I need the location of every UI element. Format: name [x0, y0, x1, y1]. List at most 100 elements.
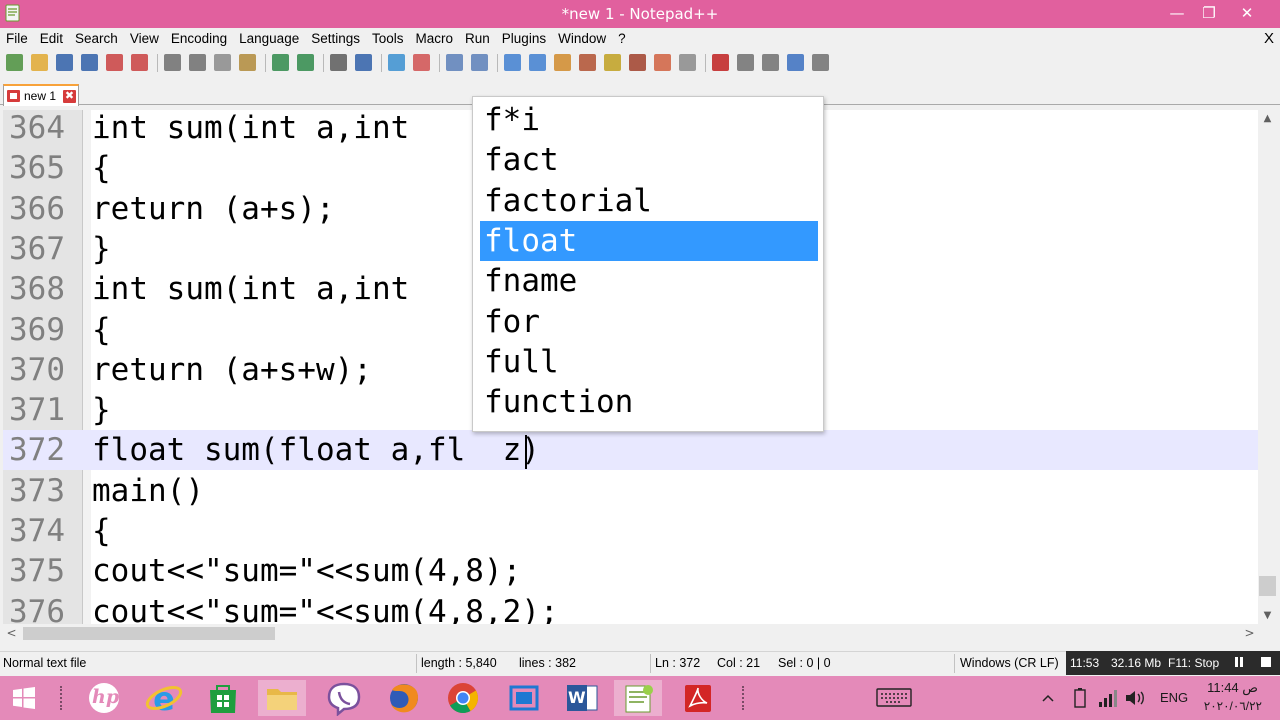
menu-item[interactable]: View [124, 31, 165, 46]
notepad-plus-plus-taskbar-icon[interactable] [614, 680, 662, 716]
code-line[interactable]: 376 cout<<"sum="<<sum(4,8,2); [3, 592, 1258, 624]
snipping-icon[interactable] [500, 680, 548, 716]
autocomplete-item[interactable]: fname [480, 261, 818, 301]
autocomplete-list[interactable]: f*i fact factorial float fname for full functio… [472, 96, 824, 432]
code-line[interactable]: 373 main() [3, 471, 1258, 511]
line-code[interactable]: return (a+s+w); [92, 350, 372, 390]
menu-item[interactable]: ? [612, 31, 632, 46]
open-file-icon[interactable] [31, 54, 48, 71]
menu-item[interactable]: Settings [305, 31, 366, 46]
doc-map-icon[interactable] [604, 54, 621, 71]
eol-format[interactable]: Windows (CR LF) [960, 656, 1059, 670]
run-macro-multiple-icon[interactable] [787, 54, 804, 71]
input-language[interactable]: ENG [1160, 690, 1188, 705]
volume-icon[interactable] [1124, 688, 1146, 708]
clock[interactable]: 11:44 ص ٢٠٢٠/٠٦/٢٢ [1196, 680, 1276, 718]
minimize-button[interactable]: — [1160, 0, 1194, 26]
stop-icon[interactable] [1260, 656, 1272, 668]
line-code[interactable]: cout<<"sum="<<sum(4,8); [92, 551, 521, 591]
undo-icon[interactable] [272, 54, 289, 71]
tab-close-icon[interactable]: ✖ [63, 90, 76, 103]
replace-icon[interactable] [355, 54, 372, 71]
indent-guide-icon[interactable] [554, 54, 571, 71]
close-window-button[interactable]: ✕ [1230, 0, 1264, 26]
close-all-icon[interactable] [131, 54, 148, 71]
word-wrap-icon[interactable] [504, 54, 521, 71]
horizontal-scrollbar[interactable]: < > [3, 624, 1258, 643]
save-macro-icon[interactable] [812, 54, 829, 71]
sync-horizontal-icon[interactable] [471, 54, 488, 71]
record-macro-icon[interactable] [712, 54, 729, 71]
viber-icon[interactable] [320, 680, 368, 716]
autocomplete-item[interactable]: f*i [480, 100, 818, 140]
copy-icon[interactable] [214, 54, 231, 71]
menu-item[interactable]: File [0, 31, 34, 46]
maximize-button[interactable]: ❐ [1192, 0, 1226, 26]
code-line[interactable]: 375 cout<<"sum="<<sum(4,8); [3, 551, 1258, 591]
word-icon[interactable]: W [558, 680, 606, 716]
line-code[interactable]: float sum(float a,fl z) [92, 430, 540, 470]
autocomplete-item[interactable]: function [480, 382, 818, 422]
udl-icon[interactable] [579, 54, 596, 71]
autocomplete-item[interactable]: factorial [480, 181, 818, 221]
menu-item[interactable]: Tools [366, 31, 410, 46]
line-code[interactable]: int sum(int a,int [92, 269, 409, 309]
touch-keyboard-icon[interactable] [876, 688, 912, 708]
line-code[interactable]: } [92, 229, 111, 269]
tab-new-1[interactable]: new 1 ✖ [3, 84, 79, 106]
redo-icon[interactable] [297, 54, 314, 71]
firefox-icon[interactable] [380, 680, 428, 716]
file-explorer-icon[interactable] [258, 680, 306, 716]
close-icon[interactable] [106, 54, 123, 71]
save-all-icon[interactable] [81, 54, 98, 71]
show-all-characters-icon[interactable] [529, 54, 546, 71]
autocomplete-item[interactable]: float [480, 220, 818, 261]
network-icon[interactable] [1097, 688, 1117, 708]
play-macro-icon[interactable] [762, 54, 779, 71]
folder-workspace-icon[interactable] [654, 54, 671, 71]
function-list-icon[interactable] [629, 54, 646, 71]
save-icon[interactable] [56, 54, 73, 71]
sync-vertical-icon[interactable] [446, 54, 463, 71]
vertical-scrollbar[interactable]: ▲ ▼ [1258, 110, 1277, 624]
paste-icon[interactable] [239, 54, 256, 71]
scroll-right-icon[interactable]: > [1241, 624, 1258, 643]
scroll-left-icon[interactable]: < [3, 624, 20, 643]
line-code[interactable]: cout<<"sum="<<sum(4,8,2); [92, 592, 559, 624]
monitoring-icon[interactable] [679, 54, 696, 71]
zoom-out-icon[interactable] [413, 54, 430, 71]
autocomplete-item[interactable]: for [480, 302, 818, 342]
menu-item[interactable]: Search [69, 31, 124, 46]
zoom-in-icon[interactable] [388, 54, 405, 71]
menu-item[interactable]: Edit [34, 31, 69, 46]
code-line[interactable]: 374 { [3, 511, 1258, 551]
line-code[interactable]: return (a+s); [92, 189, 335, 229]
show-hidden-icons-icon[interactable] [1041, 693, 1055, 703]
line-code[interactable]: { [92, 310, 111, 350]
pause-icon[interactable] [1233, 656, 1245, 668]
windows-start-icon[interactable] [0, 680, 48, 716]
new-file-icon[interactable] [6, 54, 23, 71]
chrome-icon[interactable] [439, 680, 487, 716]
acrobat-icon[interactable] [674, 680, 722, 716]
vertical-scroll-thumb[interactable] [1259, 576, 1276, 596]
close-document-button[interactable]: X [1264, 30, 1274, 47]
line-code[interactable]: int sum(int a,int [92, 110, 409, 148]
line-code[interactable]: { [92, 148, 111, 188]
menu-item[interactable]: Window [552, 31, 612, 46]
menu-item[interactable]: Encoding [165, 31, 233, 46]
menu-item[interactable]: Plugins [496, 31, 552, 46]
print-icon[interactable] [164, 54, 181, 71]
line-code[interactable]: { [92, 511, 111, 551]
scroll-up-icon[interactable]: ▲ [1258, 110, 1277, 127]
stop-record-icon[interactable] [737, 54, 754, 71]
menu-item[interactable]: Language [233, 31, 305, 46]
menu-item[interactable]: Run [459, 31, 496, 46]
store-icon[interactable] [199, 680, 247, 716]
cut-icon[interactable] [189, 54, 206, 71]
battery-icon[interactable] [1071, 687, 1089, 709]
horizontal-scroll-thumb[interactable] [23, 627, 275, 640]
scroll-down-icon[interactable]: ▼ [1258, 607, 1277, 624]
autocomplete-item[interactable]: fact [480, 140, 818, 180]
line-code[interactable]: } [92, 390, 111, 430]
